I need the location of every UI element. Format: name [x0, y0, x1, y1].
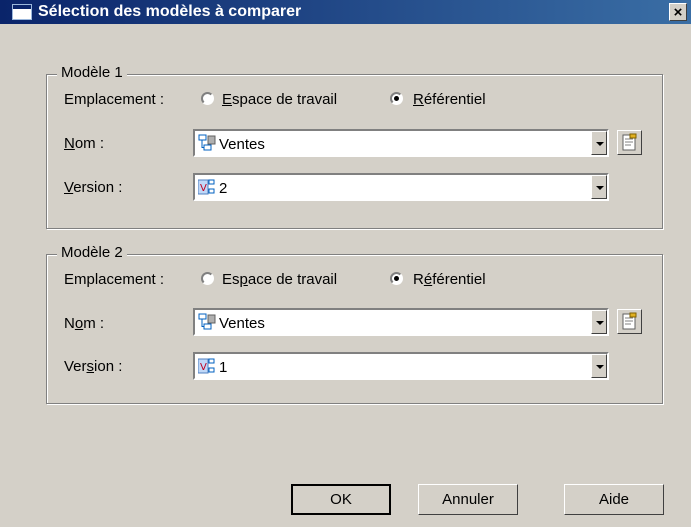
model1-workspace-radio[interactable]	[201, 92, 214, 105]
model2-version-label: Version :	[64, 358, 123, 375]
model2-properties-button[interactable]	[617, 309, 642, 334]
dialog-title: Sélection des modèles à comparer	[38, 3, 302, 20]
model1-version-label: Version :	[64, 179, 123, 196]
svg-text:V: V	[200, 362, 207, 373]
cancel-button[interactable]: Annuler	[418, 484, 518, 515]
model2-group-title: Modèle 2	[57, 244, 127, 261]
model2-name-combo[interactable]: Ventes	[193, 308, 609, 336]
help-button[interactable]: Aide	[564, 484, 664, 515]
model1-group-title: Modèle 1	[57, 64, 127, 81]
model2-name-value: Ventes	[219, 315, 265, 332]
model2-repository-label[interactable]: Référentiel	[413, 271, 486, 288]
model2-location-label: Emplacement :	[64, 271, 165, 288]
model1-version-value: 2	[219, 180, 228, 197]
model1-version-combo[interactable]: V 2	[193, 173, 609, 201]
model1-name-value: Ventes	[219, 136, 265, 153]
model-icon	[198, 313, 216, 330]
properties-icon	[622, 133, 637, 151]
model2-workspace-label[interactable]: Espace de travail	[222, 271, 337, 288]
model1-location-label: Emplacement :	[64, 91, 165, 108]
model1-name-label: Nom :	[64, 135, 105, 152]
model2-workspace-radio[interactable]	[201, 272, 214, 285]
close-button[interactable]: ×	[669, 3, 687, 21]
dropdown-arrow-icon[interactable]	[591, 175, 607, 199]
model2-name-label: Nom :	[64, 315, 105, 332]
properties-icon	[622, 312, 637, 330]
dropdown-arrow-icon[interactable]	[591, 131, 607, 155]
model1-repository-radio[interactable]	[390, 92, 403, 105]
model1-workspace-label[interactable]: Espace de travail	[222, 91, 337, 108]
model2-version-combo[interactable]: V 1	[193, 352, 609, 380]
dropdown-arrow-icon[interactable]	[591, 354, 607, 378]
title-bar: Sélection des modèles à comparer ×	[0, 0, 691, 24]
version-icon: V	[198, 179, 215, 195]
model1-repository-label[interactable]: Référentiel	[413, 91, 486, 108]
svg-text:V: V	[200, 183, 207, 194]
model2-version-value: 1	[219, 359, 228, 376]
model-icon	[198, 134, 216, 151]
model1-name-combo[interactable]: Ventes	[193, 129, 609, 157]
model2-repository-radio[interactable]	[390, 272, 403, 285]
ok-button[interactable]: OK	[291, 484, 391, 515]
model1-properties-button[interactable]	[617, 130, 642, 155]
dialog-icon	[12, 4, 32, 20]
version-icon: V	[198, 358, 215, 374]
dropdown-arrow-icon[interactable]	[591, 310, 607, 334]
